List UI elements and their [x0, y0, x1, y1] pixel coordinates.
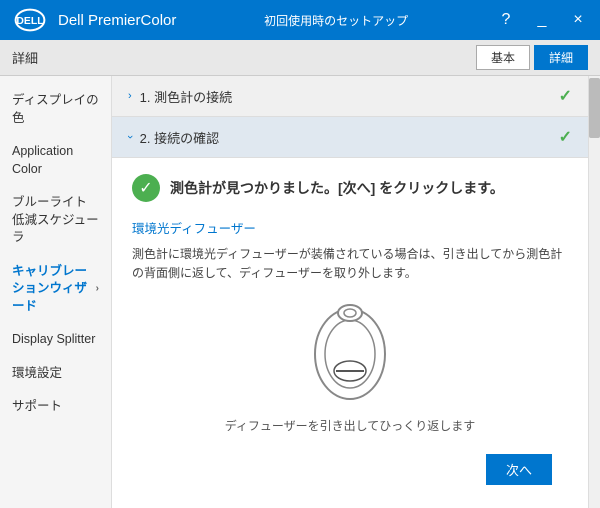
sidebar-item-bluelight[interactable]: ブルーライト低減スケジューラ [0, 186, 111, 255]
sidebar: ディスプレイの色 Application Color ブルーライト低減スケジュー… [0, 76, 112, 508]
title-bar-left: DELL Dell PremierColor [12, 6, 176, 34]
sidebar-item-label-environment: 環境設定 [12, 365, 62, 383]
step1-status-icon: ✓ [559, 86, 572, 106]
sidebar-item-label-display-splitter: Display Splitter [12, 331, 95, 349]
sidebar-item-label-bluelight: ブルーライト低減スケジューラ [12, 194, 99, 247]
title-bar-controls: ? _ × [496, 11, 588, 29]
setup-label: 初回使用時のセットアップ [264, 12, 408, 29]
basic-button[interactable]: 基本 [476, 45, 530, 70]
step2-title: 2. 接続の確認 [140, 128, 219, 147]
sidebar-item-label-application-color: Application Color [12, 143, 99, 178]
toolbar: 詳細 基本 詳細 [0, 40, 600, 76]
step2-header-left: › 2. 接続の確認 [128, 128, 219, 147]
sidebar-item-environment[interactable]: 環境設定 [0, 357, 111, 391]
sidebar-item-application-color[interactable]: Application Color [0, 135, 111, 186]
dell-logo: DELL [12, 6, 48, 34]
minimize-icon[interactable]: _ [532, 11, 552, 29]
sidebar-item-display-splitter[interactable]: Display Splitter [0, 323, 111, 357]
content-area: › 1. 測色計の接続 ✓ › 2. 接続の確認 ✓ [112, 76, 600, 508]
step1-header-left: › 1. 測色計の接続 [128, 87, 232, 106]
sidebar-item-support[interactable]: サポート [0, 390, 111, 424]
sidebar-item-calibration-wizard[interactable]: キャリブレーションウィザード › [0, 255, 111, 324]
svg-text:DELL: DELL [16, 16, 44, 27]
diffuser-desc: 測色計に環境光ディフューザーが装備されている場合は、引き出してから測色計の背面側… [132, 245, 568, 283]
step2-chevron-icon: › [124, 135, 136, 139]
scrollbar-thumb[interactable] [589, 78, 600, 138]
help-icon[interactable]: ? [496, 11, 516, 29]
next-btn-row: 次へ [132, 446, 568, 493]
step2-header[interactable]: › 2. 接続の確認 ✓ [112, 117, 588, 158]
toolbar-buttons: 基本 詳細 [476, 45, 588, 70]
diffuser-caption: ディフューザーを引き出してひっくり返します [225, 417, 476, 434]
steps-container: › 1. 測色計の接続 ✓ › 2. 接続の確認 ✓ [112, 76, 588, 508]
content-with-scroll: › 1. 測色計の接続 ✓ › 2. 接続の確認 ✓ [112, 76, 600, 508]
diffuser-section: 環境光ディフューザー 測色計に環境光ディフューザーが装備されている場合は、引き出… [132, 218, 568, 434]
close-icon[interactable]: × [568, 11, 588, 29]
step1-chevron-icon: › [128, 90, 132, 102]
chevron-right-icon: › [96, 282, 99, 296]
step2-success: ✓ 測色計が見つかりました。[次へ] をクリックします。 [132, 174, 568, 202]
toolbar-label: 詳細 [12, 48, 38, 67]
diffuser-image-container: ディフューザーを引き出してひっくり返します [132, 299, 568, 434]
sidebar-item-label-calibration-wizard: キャリブレーションウィザード [12, 263, 96, 316]
step2-content: ✓ 測色計が見つかりました。[次へ] をクリックします。 環境光ディフューザー … [112, 158, 588, 508]
sidebar-item-display-color[interactable]: ディスプレイの色 [0, 84, 111, 135]
app-title: Dell PremierColor [58, 12, 176, 29]
diffuser-title: 環境光ディフューザー [132, 218, 568, 237]
scrollbar[interactable] [588, 76, 600, 508]
step2-success-text: 測色計が見つかりました。[次へ] をクリックします。 [170, 178, 504, 198]
next-button[interactable]: 次へ [486, 454, 552, 485]
main-layout: ディスプレイの色 Application Color ブルーライト低減スケジュー… [0, 76, 600, 508]
step1-title: 1. 測色計の接続 [140, 87, 232, 106]
success-check-icon: ✓ [132, 174, 160, 202]
sidebar-item-label-display-color: ディスプレイの色 [12, 92, 99, 127]
detail-button[interactable]: 詳細 [534, 45, 588, 70]
diffuser-illustration [300, 299, 400, 409]
step2-status-icon: ✓ [559, 127, 572, 147]
step1-header[interactable]: › 1. 測色計の接続 ✓ [112, 76, 588, 117]
title-bar: DELL Dell PremierColor 初回使用時のセットアップ ? _ … [0, 0, 600, 40]
sidebar-item-label-support: サポート [12, 398, 62, 416]
